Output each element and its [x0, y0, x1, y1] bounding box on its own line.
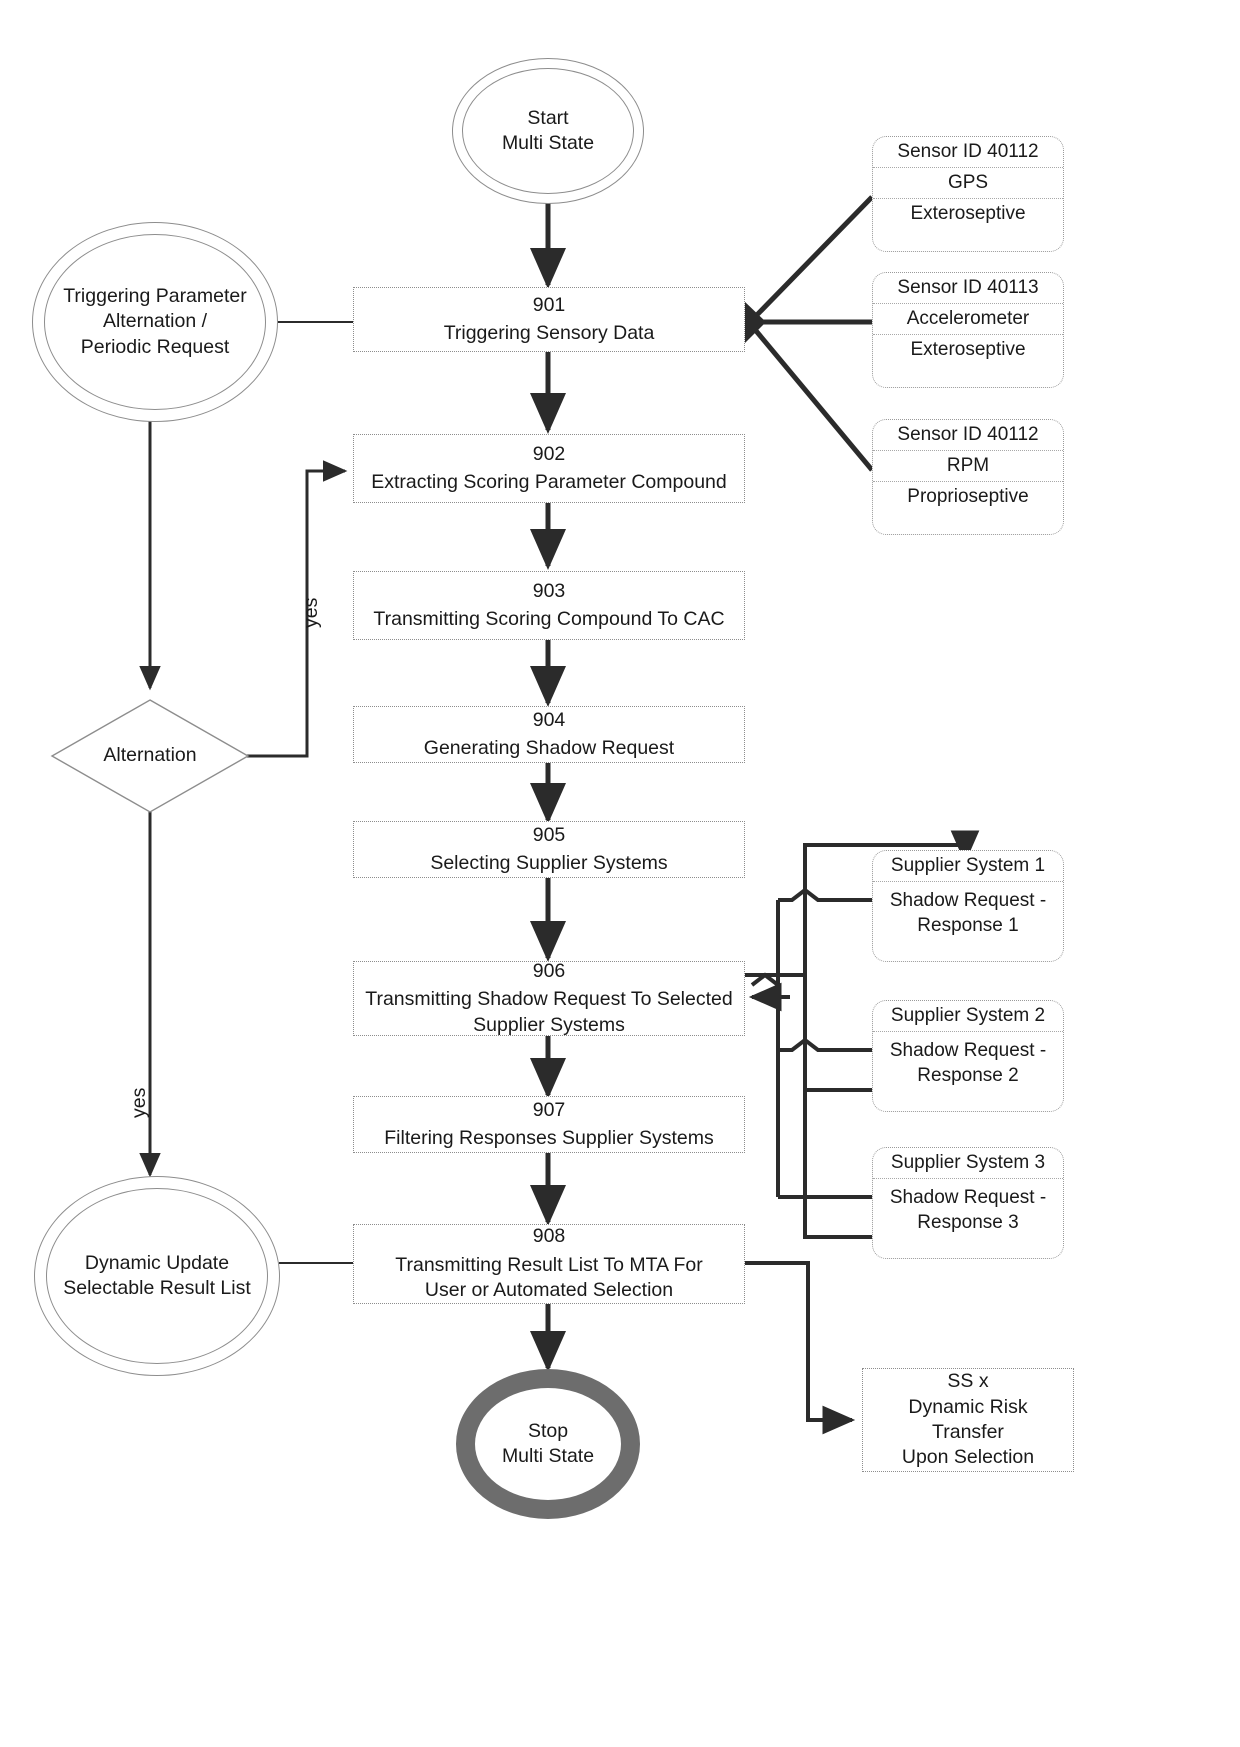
process-906-title2: Supplier Systems [473, 1013, 625, 1036]
supplier-2-response: Shadow Request - Response 2 [873, 1030, 1063, 1091]
sensor-1-type: GPS [873, 166, 1063, 198]
process-907-title: Filtering Responses Supplier Systems [384, 1127, 714, 1149]
dynamic-risk-transfer-box: SS x Dynamic Risk Transfer Upon Selectio… [862, 1368, 1074, 1472]
supplier-system-card-2: Supplier System 2 Shadow Request - Respo… [872, 1000, 1064, 1112]
supplier-3-name: Supplier System 3 [890, 1152, 1046, 1173]
trigger-line1: Triggering Parameter [63, 284, 247, 307]
process-902-number: 902 [532, 442, 566, 465]
supplier-3-response-line1: Shadow Request - [889, 1186, 1047, 1208]
edge-ss1-response-to-906 [778, 887, 872, 902]
flowchart-canvas: Start Multi State Triggering Parameter A… [0, 0, 1240, 1747]
process-902-title: Extracting Scoring Parameter Compound [371, 471, 727, 493]
process-box-902: 902 Extracting Scoring Parameter Compoun… [353, 434, 745, 503]
risk-transfer-line3: Upon Selection [901, 1446, 1035, 1469]
process-908-title: Transmitting Result List To MTA For [395, 1253, 703, 1276]
process-box-901: 901 Triggering Sensory Data [353, 287, 745, 352]
sensor-2-kind: Exteroseptive [873, 333, 1063, 365]
stop-line1: Stop [527, 1419, 569, 1442]
edge-decision-yes-to-902 [246, 460, 348, 758]
trigger-line3: Periodic Request [80, 335, 230, 358]
sensor-card-3: Sensor ID 40112 RPM Proprioseptive [872, 419, 1064, 535]
supplier-system-card-1: Supplier System 1 Shadow Request - Respo… [872, 850, 1064, 962]
process-904-number: 904 [532, 708, 566, 731]
process-908-number: 908 [532, 1225, 566, 1248]
process-906-number: 906 [532, 959, 566, 982]
edge-label-yes-lower: yes [128, 1088, 151, 1118]
sensor-1-kind: Exteroseptive [873, 197, 1063, 229]
process-904-title: Generating Shadow Request [423, 737, 675, 759]
process-905-title: Selecting Supplier Systems [430, 852, 668, 874]
yes-upper-text: yes [300, 597, 322, 628]
arrowhead-into-901 [743, 300, 766, 345]
decision-text: Alternation [103, 744, 197, 766]
edge-label-yes-upper: yes [300, 598, 323, 628]
start-line1: Start [527, 106, 569, 129]
process-box-906: 906 Transmitting Shadow Request To Selec… [353, 959, 745, 1036]
dynamic-update-line2: Selectable Result List [63, 1277, 251, 1299]
process-905-number: 905 [532, 823, 566, 846]
supplier-2-name: Supplier System 2 [890, 1005, 1046, 1026]
process-box-907: 907 Filtering Responses Supplier Systems [353, 1096, 745, 1153]
process-906-title: Transmitting Shadow Request To Selected [365, 988, 733, 1011]
sensor-2-id: Sensor ID 40113 [897, 277, 1039, 298]
edge-sensor3-to-901 [750, 324, 874, 472]
supplier-1-name: Supplier System 1 [890, 855, 1046, 876]
process-903-number: 903 [532, 579, 566, 602]
dynamic-update-node: Dynamic Update Selectable Result List [34, 1176, 280, 1376]
sensor-card-1: Sensor ID 40112 GPS Exteroseptive [872, 136, 1064, 252]
start-terminator: Start Multi State [452, 58, 644, 204]
process-box-905: 905 Selecting Supplier Systems [353, 821, 745, 878]
supplier-2-response-line1: Shadow Request - [889, 1039, 1047, 1061]
edge-908-to-risk-transfer [745, 1261, 856, 1435]
sensor-3-type: RPM [873, 449, 1063, 481]
edge-response-bus-junction [750, 972, 780, 987]
alternation-decision-label: Alternation [52, 744, 248, 767]
yes-lower-text: yes [128, 1087, 150, 1118]
dynamic-update-line1: Dynamic Update [84, 1251, 230, 1274]
process-901-number: 901 [532, 293, 566, 316]
sensor-3-kind: Proprioseptive [873, 480, 1063, 512]
process-box-904: 904 Generating Shadow Request [353, 706, 745, 763]
supplier-system-card-3: Supplier System 3 Shadow Request - Respo… [872, 1147, 1064, 1259]
process-908-title2: User or Automated Selection [424, 1279, 674, 1302]
supplier-1-response-line1: Shadow Request - [889, 889, 1047, 911]
supplier-1-response-line2: Response 1 [917, 914, 1019, 936]
supplier-3-response: Shadow Request - Response 3 [873, 1177, 1063, 1238]
process-box-903: 903 Transmitting Scoring Compound To CAC [353, 571, 745, 640]
sensor-2-type: Accelerometer [873, 302, 1063, 334]
stop-terminator: Stop Multi State [456, 1369, 640, 1519]
edge-ss2-response-to-906 [778, 1037, 872, 1052]
process-903-title: Transmitting Scoring Compound To CAC [373, 608, 725, 630]
sensor-1-id: Sensor ID 40112 [897, 141, 1039, 162]
triggering-parameter-node: Triggering Parameter Alternation / Perio… [32, 222, 278, 422]
risk-transfer-line2: Dynamic Risk Transfer [908, 1395, 1028, 1443]
trigger-line2: Alternation / [102, 310, 208, 333]
risk-transfer-line1: SS x [947, 1370, 989, 1393]
supplier-1-response: Shadow Request - Response 1 [873, 880, 1063, 941]
edge-sensor1-to-901 [750, 195, 874, 322]
process-901-title: Triggering Sensory Data [443, 322, 655, 344]
supplier-2-response-line2: Response 2 [917, 1064, 1019, 1086]
sensor-3-id: Sensor ID 40112 [897, 424, 1039, 445]
start-line2: Multi State [501, 132, 595, 154]
process-box-908: 908 Transmitting Result List To MTA For … [353, 1224, 745, 1304]
stop-line2: Multi State [501, 1445, 595, 1467]
supplier-3-response-line2: Response 3 [917, 1211, 1019, 1233]
sensor-card-2: Sensor ID 40113 Accelerometer Exterosept… [872, 272, 1064, 388]
process-907-number: 907 [532, 1098, 566, 1121]
